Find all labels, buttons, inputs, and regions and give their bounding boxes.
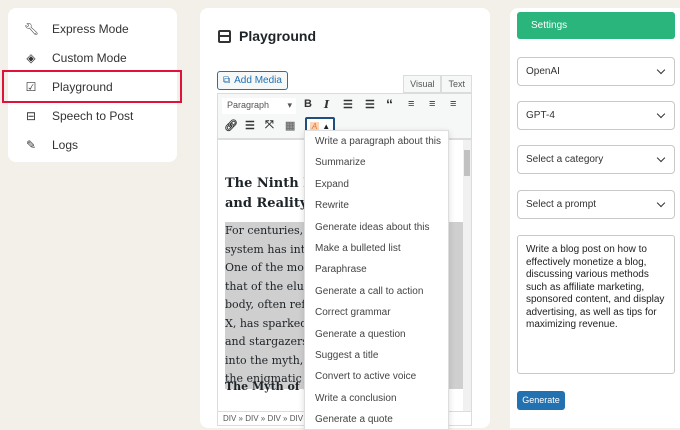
nav-express-mode[interactable]: 🔧︎ Express Mode — [8, 14, 177, 43]
menu-item[interactable]: Generate ideas about this — [305, 217, 448, 238]
menu-item[interactable]: Expand — [305, 174, 448, 195]
read-more-icon[interactable]: ☰ — [245, 119, 255, 132]
layers-icon: ◈ — [26, 50, 36, 65]
nav-speech-to-post[interactable]: ⊟ Speech to Post — [8, 101, 177, 130]
menu-item[interactable]: Generate a quote — [305, 409, 448, 430]
media-icon: ⧉ — [223, 75, 231, 86]
feather-icon: ✎ — [25, 137, 37, 152]
menu-item[interactable]: Convert to active voice — [305, 366, 448, 387]
blockquote-icon[interactable]: “ — [386, 96, 393, 112]
menu-item[interactable]: Generate a question — [305, 324, 448, 345]
checkbox-icon: ☑ — [25, 79, 37, 94]
align-center-icon[interactable]: ≡ — [429, 98, 435, 110]
panel-icon: ⊟ — [25, 108, 37, 123]
nav-playground[interactable]: ☑ Playground — [2, 70, 182, 103]
nav-custom-mode[interactable]: ◈ Custom Mode — [8, 43, 177, 72]
format-select[interactable]: Paragraph — [222, 98, 296, 114]
content-heading: The Ninth Pl and Reality — [225, 176, 318, 211]
page-title: Playground — [218, 28, 316, 44]
generate-button[interactable]: Generate — [517, 391, 565, 410]
panel-icon — [218, 29, 231, 43]
prompt-select[interactable]: Select a prompt — [517, 190, 675, 219]
settings-panel: Settings OpenAI GPT-4 Select a category … — [510, 8, 680, 428]
menu-item[interactable]: Write a conclusion — [305, 388, 448, 409]
menu-item[interactable]: Rewrite — [305, 195, 448, 216]
menu-item[interactable]: Write a paragraph about this — [305, 131, 448, 152]
align-left-icon[interactable]: ≡ — [408, 98, 414, 110]
fullscreen-icon[interactable]: ⤧ — [265, 119, 274, 132]
sidebar: 🔧︎ Express Mode ◈ Custom Mode ☑ Playground … — [2, 8, 182, 162]
model-select[interactable]: GPT-4 — [517, 101, 675, 130]
wrench-icon: 🔧︎ — [24, 21, 40, 36]
italic-icon[interactable]: I — [324, 98, 329, 111]
bold-icon[interactable]: B — [304, 98, 312, 110]
link-icon[interactable]: 🔗︎ — [224, 119, 238, 132]
category-select[interactable]: Select a category — [517, 145, 675, 174]
menu-item[interactable]: Generate a call to action — [305, 281, 448, 302]
menu-item[interactable]: Correct grammar — [305, 302, 448, 323]
editor-scrollbar[interactable] — [463, 140, 471, 412]
menu-item[interactable]: Make a bulleted list — [305, 238, 448, 259]
numbered-list-icon[interactable]: ☰ — [365, 98, 375, 111]
bullet-list-icon[interactable]: ☰ — [343, 98, 353, 111]
provider-select[interactable]: OpenAI — [517, 57, 675, 86]
add-media-button[interactable]: ⧉ Add Media — [217, 71, 288, 90]
tab-text[interactable]: Text — [441, 75, 472, 93]
prompt-textarea[interactable]: Write a blog post on how to effectively … — [517, 235, 675, 374]
tab-visual[interactable]: Visual — [403, 75, 442, 93]
keyboard-icon[interactable]: ▦ — [285, 119, 295, 132]
menu-item[interactable]: Paraphrase — [305, 259, 448, 280]
ai-actions-menu: Write a paragraph about this Summarize Exp… — [304, 130, 449, 430]
nav-logs[interactable]: ✎ Logs — [8, 130, 177, 159]
menu-item[interactable]: Summarize — [305, 152, 448, 173]
settings-header[interactable]: Settings — [517, 12, 675, 39]
align-right-icon[interactable]: ≡ — [450, 98, 456, 110]
menu-item[interactable]: Suggest a title — [305, 345, 448, 366]
